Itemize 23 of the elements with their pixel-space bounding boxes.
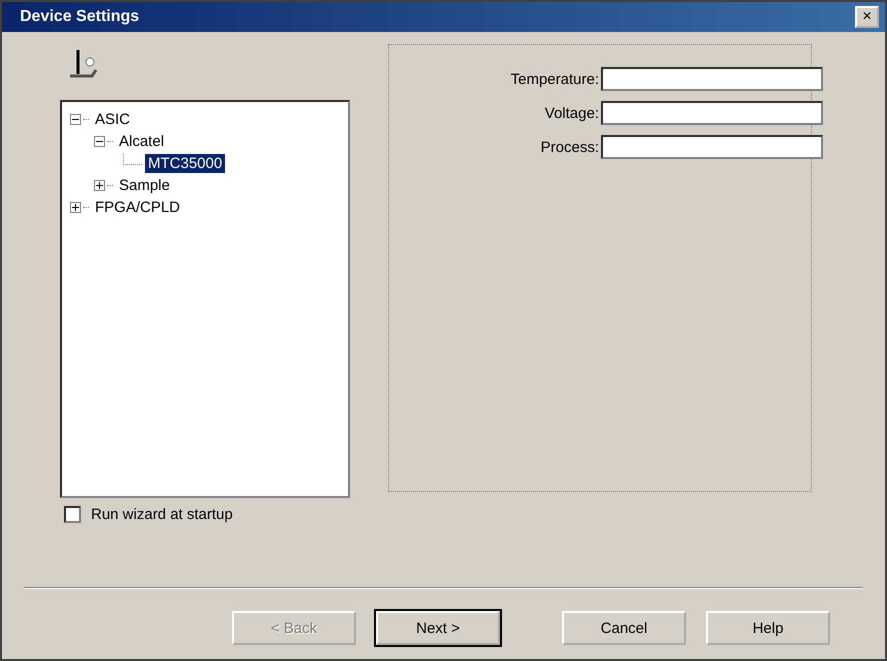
expand-icon[interactable] — [70, 202, 81, 212]
tree-item[interactable]: Alcatel — [116, 132, 168, 150]
dialog-button[interactable]: Help — [706, 611, 830, 645]
field-label: Temperature: — [510, 70, 599, 88]
input-field[interactable] — [601, 67, 823, 91]
expand-icon[interactable] — [94, 180, 105, 190]
tree-item[interactable]: ASIC — [92, 110, 134, 128]
checkbox[interactable] — [64, 506, 81, 523]
collapse-icon[interactable] — [70, 114, 81, 124]
input-field[interactable] — [601, 135, 823, 159]
tree-item[interactable]: MTC35000 — [145, 154, 226, 172]
collapse-icon[interactable] — [94, 136, 105, 146]
input-field[interactable] — [601, 101, 823, 125]
dialog-button[interactable]: Next > — [376, 611, 500, 645]
checkbox-label: Run wizard at startup — [91, 506, 233, 523]
close-button[interactable]: × — [855, 6, 879, 28]
tree-item[interactable]: FPGA/CPLD — [92, 198, 184, 216]
tree-item[interactable]: Sample — [116, 176, 173, 194]
dialog-button[interactable]: Cancel — [562, 611, 686, 645]
field-label: Process: — [540, 138, 599, 156]
field-label: Voltage: — [544, 104, 599, 122]
window-title: Device Settings — [20, 8, 140, 26]
startup-checkbox[interactable]: Run wizard at startup — [64, 506, 350, 523]
